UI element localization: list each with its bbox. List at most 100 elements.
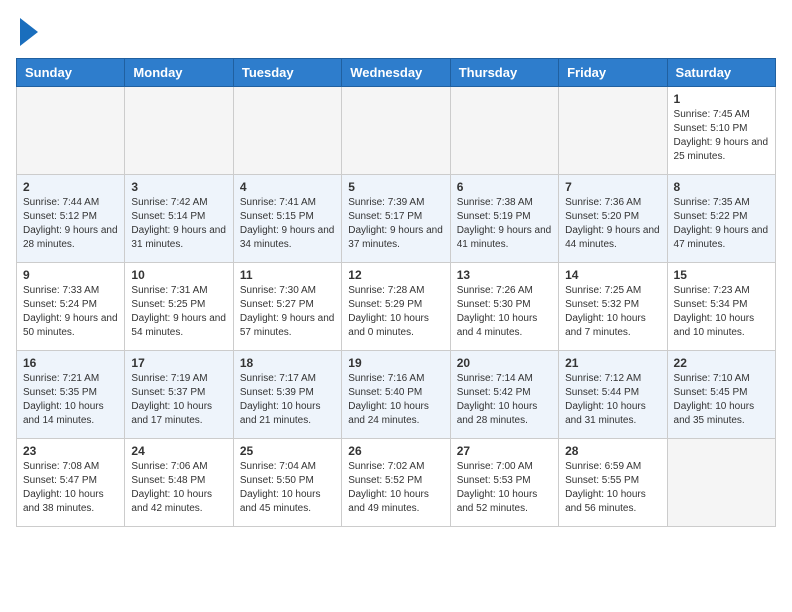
day-info: Sunrise: 7:16 AM Sunset: 5:40 PM Dayligh…: [348, 372, 443, 428]
day-info: Sunrise: 7:17 AM Sunset: 5:39 PM Dayligh…: [240, 372, 335, 428]
day-info: Sunrise: 7:31 AM Sunset: 5:25 PM Dayligh…: [131, 284, 226, 340]
calendar-cell: 16 Sunrise: 7:21 AM Sunset: 5:35 PM Dayli…: [17, 351, 125, 439]
calendar-cell: 27 Sunrise: 7:00 AM Sunset: 5:53 PM Dayli…: [450, 439, 558, 527]
calendar-cell: [342, 87, 450, 175]
day-number: 7: [565, 180, 660, 194]
calendar-cell: 23 Sunrise: 7:08 AM Sunset: 5:47 PM Dayli…: [17, 439, 125, 527]
page-header: [16, 16, 776, 46]
day-info: Sunrise: 7:04 AM Sunset: 5:50 PM Dayligh…: [240, 460, 335, 516]
calendar-cell: 8 Sunrise: 7:35 AM Sunset: 5:22 PM Daylig…: [667, 175, 775, 263]
day-number: 4: [240, 180, 335, 194]
day-info: Sunrise: 7:26 AM Sunset: 5:30 PM Dayligh…: [457, 284, 552, 340]
day-info: Sunrise: 6:59 AM Sunset: 5:55 PM Dayligh…: [565, 460, 660, 516]
day-info: Sunrise: 7:10 AM Sunset: 5:45 PM Dayligh…: [674, 372, 769, 428]
day-info: Sunrise: 7:45 AM Sunset: 5:10 PM Dayligh…: [674, 108, 769, 164]
day-info: Sunrise: 7:00 AM Sunset: 5:53 PM Dayligh…: [457, 460, 552, 516]
day-info: Sunrise: 7:02 AM Sunset: 5:52 PM Dayligh…: [348, 460, 443, 516]
day-number: 22: [674, 356, 769, 370]
weekday-header-sunday: Sunday: [17, 59, 125, 87]
weekday-header-monday: Monday: [125, 59, 233, 87]
day-info: Sunrise: 7:23 AM Sunset: 5:34 PM Dayligh…: [674, 284, 769, 340]
calendar-cell: 20 Sunrise: 7:14 AM Sunset: 5:42 PM Dayli…: [450, 351, 558, 439]
calendar-cell: [17, 87, 125, 175]
day-number: 23: [23, 444, 118, 458]
calendar-cell: 11Sunrise: 7:30 AM Sunset: 5:27 PM Dayli…: [233, 263, 341, 351]
calendar-cell: 17 Sunrise: 7:19 AM Sunset: 5:37 PM Dayli…: [125, 351, 233, 439]
calendar-cell: 21 Sunrise: 7:12 AM Sunset: 5:44 PM Dayli…: [559, 351, 667, 439]
weekday-header-tuesday: Tuesday: [233, 59, 341, 87]
calendar-cell: 7 Sunrise: 7:36 AM Sunset: 5:20 PM Daylig…: [559, 175, 667, 263]
weekday-header-saturday: Saturday: [667, 59, 775, 87]
calendar-cell: 24Sunrise: 7:06 AM Sunset: 5:48 PM Dayli…: [125, 439, 233, 527]
day-info: Sunrise: 7:08 AM Sunset: 5:47 PM Dayligh…: [23, 460, 118, 516]
day-info: Sunrise: 7:21 AM Sunset: 5:35 PM Dayligh…: [23, 372, 118, 428]
calendar-cell: 15 Sunrise: 7:23 AM Sunset: 5:34 PM Dayli…: [667, 263, 775, 351]
day-number: 15: [674, 268, 769, 282]
day-info: Sunrise: 7:35 AM Sunset: 5:22 PM Dayligh…: [674, 196, 769, 252]
logo-arrow-icon: [20, 18, 38, 46]
weekday-header-thursday: Thursday: [450, 59, 558, 87]
calendar-cell: 22 Sunrise: 7:10 AM Sunset: 5:45 PM Dayli…: [667, 351, 775, 439]
day-number: 14: [565, 268, 660, 282]
calendar-week-row: 16 Sunrise: 7:21 AM Sunset: 5:35 PM Dayli…: [17, 351, 776, 439]
day-info: Sunrise: 7:06 AM Sunset: 5:48 PM Dayligh…: [131, 460, 226, 516]
calendar-cell: 13 Sunrise: 7:26 AM Sunset: 5:30 PM Dayli…: [450, 263, 558, 351]
day-number: 27: [457, 444, 552, 458]
day-number: 21: [565, 356, 660, 370]
day-number: 13: [457, 268, 552, 282]
calendar-cell: 10 Sunrise: 7:31 AM Sunset: 5:25 PM Dayli…: [125, 263, 233, 351]
calendar-cell: 28 Sunrise: 6:59 AM Sunset: 5:55 PM Dayli…: [559, 439, 667, 527]
calendar-cell: 1 Sunrise: 7:45 AM Sunset: 5:10 PM Daylig…: [667, 87, 775, 175]
calendar-week-row: 1 Sunrise: 7:45 AM Sunset: 5:10 PM Daylig…: [17, 87, 776, 175]
day-number: 10: [131, 268, 226, 282]
calendar-cell: 6 Sunrise: 7:38 AM Sunset: 5:19 PM Daylig…: [450, 175, 558, 263]
calendar-cell: 2Sunrise: 7:44 AM Sunset: 5:12 PM Daylig…: [17, 175, 125, 263]
calendar-cell: [125, 87, 233, 175]
calendar-cell: 26 Sunrise: 7:02 AM Sunset: 5:52 PM Dayli…: [342, 439, 450, 527]
day-number: 26: [348, 444, 443, 458]
day-number: 3: [131, 180, 226, 194]
day-number: 5: [348, 180, 443, 194]
day-info: Sunrise: 7:44 AM Sunset: 5:12 PM Dayligh…: [23, 196, 118, 252]
day-number: 1: [674, 92, 769, 106]
weekday-header-friday: Friday: [559, 59, 667, 87]
day-number: 19: [348, 356, 443, 370]
day-number: 12: [348, 268, 443, 282]
calendar-cell: 9 Sunrise: 7:33 AM Sunset: 5:24 PM Daylig…: [17, 263, 125, 351]
calendar-cell: 4 Sunrise: 7:41 AM Sunset: 5:15 PM Daylig…: [233, 175, 341, 263]
calendar-cell: 12 Sunrise: 7:28 AM Sunset: 5:29 PM Dayli…: [342, 263, 450, 351]
day-info: Sunrise: 7:38 AM Sunset: 5:19 PM Dayligh…: [457, 196, 552, 252]
calendar-cell: [450, 87, 558, 175]
day-number: 16: [23, 356, 118, 370]
day-info: Sunrise: 7:25 AM Sunset: 5:32 PM Dayligh…: [565, 284, 660, 340]
day-info: Sunrise: 7:12 AM Sunset: 5:44 PM Dayligh…: [565, 372, 660, 428]
logo: [16, 16, 38, 46]
day-info: Sunrise: 7:19 AM Sunset: 5:37 PM Dayligh…: [131, 372, 226, 428]
day-number: 8: [674, 180, 769, 194]
day-info: Sunrise: 7:33 AM Sunset: 5:24 PM Dayligh…: [23, 284, 118, 340]
day-info: Sunrise: 7:39 AM Sunset: 5:17 PM Dayligh…: [348, 196, 443, 252]
day-info: Sunrise: 7:14 AM Sunset: 5:42 PM Dayligh…: [457, 372, 552, 428]
calendar-cell: 18Sunrise: 7:17 AM Sunset: 5:39 PM Dayli…: [233, 351, 341, 439]
day-info: Sunrise: 7:41 AM Sunset: 5:15 PM Dayligh…: [240, 196, 335, 252]
day-number: 20: [457, 356, 552, 370]
day-number: 6: [457, 180, 552, 194]
day-number: 25: [240, 444, 335, 458]
day-number: 17: [131, 356, 226, 370]
calendar-cell: [559, 87, 667, 175]
calendar-cell: 3Sunrise: 7:42 AM Sunset: 5:14 PM Daylig…: [125, 175, 233, 263]
day-number: 9: [23, 268, 118, 282]
day-info: Sunrise: 7:36 AM Sunset: 5:20 PM Dayligh…: [565, 196, 660, 252]
calendar-table: SundayMondayTuesdayWednesdayThursdayFrid…: [16, 58, 776, 527]
calendar-header-row: SundayMondayTuesdayWednesdayThursdayFrid…: [17, 59, 776, 87]
day-info: Sunrise: 7:28 AM Sunset: 5:29 PM Dayligh…: [348, 284, 443, 340]
calendar-cell: 14 Sunrise: 7:25 AM Sunset: 5:32 PM Dayli…: [559, 263, 667, 351]
calendar-cell: [233, 87, 341, 175]
calendar-cell: 19 Sunrise: 7:16 AM Sunset: 5:40 PM Dayli…: [342, 351, 450, 439]
calendar-cell: 25 Sunrise: 7:04 AM Sunset: 5:50 PM Dayli…: [233, 439, 341, 527]
calendar-cell: 5 Sunrise: 7:39 AM Sunset: 5:17 PM Daylig…: [342, 175, 450, 263]
day-number: 28: [565, 444, 660, 458]
calendar-cell: [667, 439, 775, 527]
calendar-week-row: 9 Sunrise: 7:33 AM Sunset: 5:24 PM Daylig…: [17, 263, 776, 351]
day-info: Sunrise: 7:30 AM Sunset: 5:27 PM Dayligh…: [240, 284, 335, 340]
